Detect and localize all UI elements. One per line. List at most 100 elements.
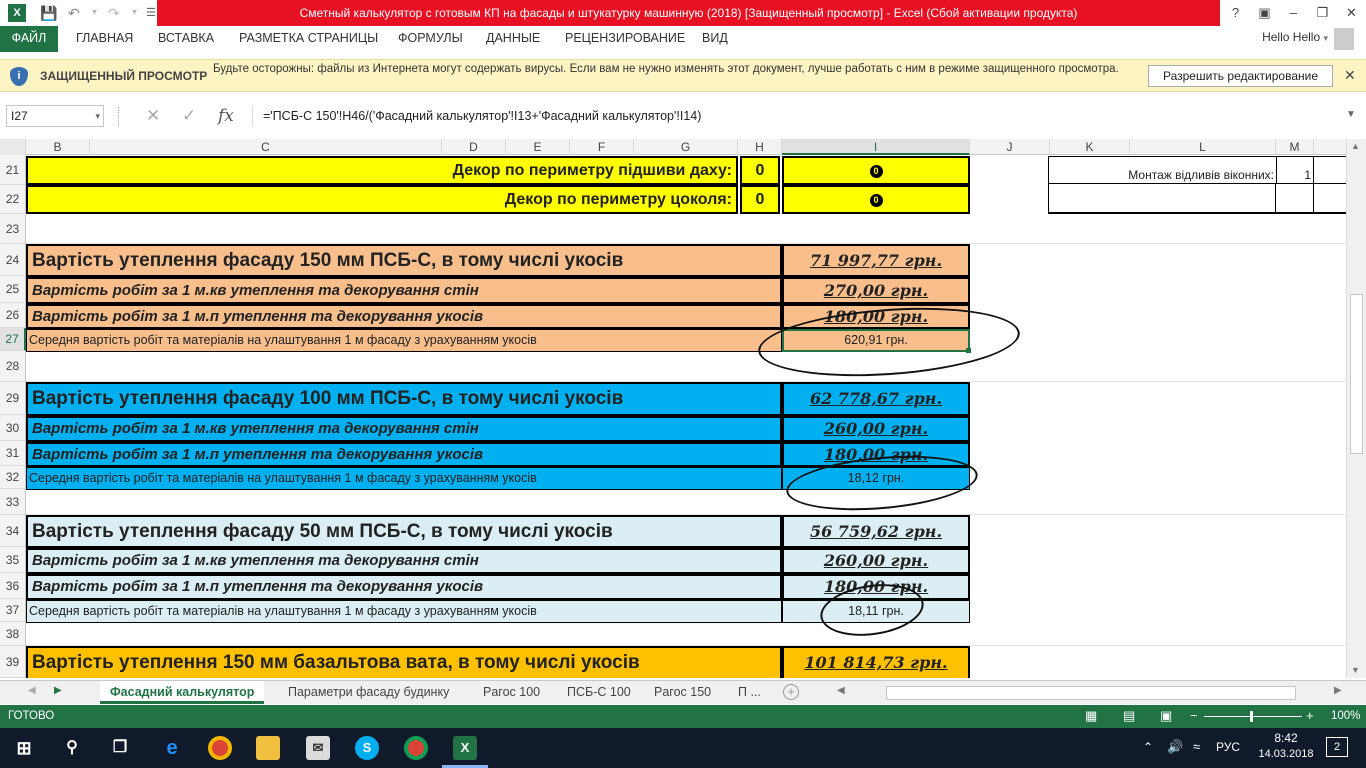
row-header[interactable]: 25 (0, 276, 26, 303)
sheet-tab-facade-params[interactable]: Параметри фасаду будинку (278, 681, 459, 704)
side-box-empty-cell[interactable] (1048, 184, 1276, 214)
page-break-view-icon[interactable]: ▣ (1160, 708, 1172, 724)
row-header[interactable]: 32 (0, 466, 26, 489)
customize-qat-icon[interactable]: ☰ (146, 4, 156, 22)
tab-formulas[interactable]: ФОРМУЛЫ (394, 26, 467, 52)
task-view-icon[interactable]: ❐ (108, 736, 132, 760)
vertical-scrollbar[interactable]: ▲ ▼ (1346, 139, 1366, 678)
zoom-level[interactable]: 100% (1331, 710, 1360, 722)
input-language[interactable]: РУС (1216, 740, 1240, 754)
psb150-total-value[interactable]: 71 997,77 грн. (782, 244, 970, 277)
plinth-decor-qty[interactable]: 0 (740, 185, 780, 214)
basalt150-total-value[interactable]: 101 814,73 грн. (782, 646, 970, 678)
search-icon[interactable]: ⚲ (60, 736, 84, 760)
user-account[interactable]: Hello Hello ▾ (1262, 30, 1328, 44)
redo-dropdown-icon[interactable]: ▾ (132, 4, 137, 22)
tab-home[interactable]: ГЛАВНАЯ (72, 26, 137, 52)
redo-icon[interactable]: ↷ (108, 4, 120, 22)
close-icon[interactable]: ✕ (1344, 67, 1356, 84)
col-header-m[interactable]: M (1276, 139, 1314, 155)
tab-insert[interactable]: ВСТАВКА (154, 26, 218, 52)
col-header-i[interactable]: I (782, 139, 970, 155)
plinth-decor-value[interactable]: 0 (782, 185, 970, 214)
tab-scroll-left-icon[interactable]: ◀ (28, 685, 36, 696)
row-header[interactable]: 21 (0, 156, 26, 185)
worksheet[interactable]: B C D E F G H I J K L M 21 22 23 24 25 2… (0, 139, 1346, 678)
undo-icon[interactable]: ↶ (68, 4, 80, 22)
volume-icon[interactable]: 🔊 (1167, 739, 1183, 755)
psb100-total-value[interactable]: 62 778,67 грн. (782, 382, 970, 416)
cancel-icon[interactable]: ✕ (146, 106, 160, 126)
row-header[interactable]: 35 (0, 547, 26, 573)
sheet-tab-facade-calculator[interactable]: Фасадний калькулятор (100, 681, 265, 704)
ribbon-display-options-icon[interactable]: ▣ (1250, 0, 1279, 26)
tab-file[interactable]: ФАЙЛ (0, 26, 58, 52)
col-header-l[interactable]: L (1130, 139, 1276, 155)
scroll-up-icon[interactable]: ▲ (1351, 141, 1360, 151)
edge-browser-icon[interactable]: e (160, 736, 184, 760)
zoom-slider-thumb[interactable] (1250, 711, 1253, 722)
col-header-g[interactable]: G (634, 139, 738, 155)
network-icon[interactable]: ≈ (1193, 739, 1200, 754)
select-all-corner[interactable] (0, 139, 26, 155)
sheet-tab-more[interactable]: П ... (728, 681, 771, 704)
notifications-icon[interactable]: 2 (1326, 737, 1348, 757)
row-header[interactable]: 34 (0, 515, 26, 547)
help-button[interactable]: ? (1221, 0, 1250, 26)
mail-icon[interactable]: ✉ (306, 736, 330, 760)
side-box-empty-cell[interactable] (1276, 184, 1314, 214)
show-hidden-icons-icon[interactable]: ⌃ (1143, 740, 1153, 754)
chrome-icon[interactable] (404, 736, 428, 760)
roof-decor-qty[interactable]: 0 (740, 156, 780, 185)
avatar[interactable] (1334, 28, 1354, 50)
col-header-h[interactable]: H (738, 139, 782, 155)
row-header[interactable]: 30 (0, 415, 26, 441)
row-header[interactable]: 37 (0, 599, 26, 622)
sheet-tab-ragos-100[interactable]: Pагос 100 (473, 681, 550, 704)
col-header-j[interactable]: J (970, 139, 1050, 155)
add-sheet-icon[interactable]: + (783, 684, 799, 700)
windows-start-icon[interactable]: ⊞ (12, 736, 36, 760)
minimize-button[interactable]: – (1279, 0, 1308, 26)
formula-input[interactable]: ='ПСБ-С 150'!H46/('Фасадний калькулятор'… (252, 105, 1362, 127)
window-sills-value[interactable]: 1 (1276, 156, 1314, 184)
tab-data[interactable]: ДАННЫЕ (482, 26, 544, 52)
zoom-out-icon[interactable]: − (1190, 708, 1198, 723)
page-layout-view-icon[interactable]: ▤ (1123, 708, 1135, 724)
hscroll-right-icon[interactable]: ▶ (1334, 685, 1342, 696)
row-header[interactable]: 29 (0, 382, 26, 415)
row-header[interactable]: 22 (0, 185, 26, 214)
excel-taskbar-icon[interactable]: X (453, 736, 477, 760)
enable-editing-button[interactable]: Разрешить редактирование (1148, 65, 1333, 87)
tab-view[interactable]: ВИД (698, 26, 732, 52)
chrome-icon[interactable] (208, 736, 232, 760)
psb100-wall-rate-value[interactable]: 260,00 грн. (782, 416, 970, 442)
row-header[interactable]: 26 (0, 303, 26, 328)
vertical-scroll-thumb[interactable] (1350, 294, 1363, 454)
hscroll-left-icon[interactable]: ◀ (837, 685, 845, 696)
tab-scroll-right-icon[interactable]: ▶ (54, 685, 62, 696)
tab-review[interactable]: РЕЦЕНЗИРОВАНИЕ (561, 26, 689, 52)
psb50-wall-rate-value[interactable]: 260,00 грн. (782, 548, 970, 574)
clock-time[interactable]: 8:42 (1260, 731, 1312, 745)
name-box[interactable]: I27 ▾ (6, 105, 104, 127)
zoom-slider[interactable] (1204, 716, 1302, 717)
roof-decor-value[interactable]: 0 (782, 156, 970, 185)
psb50-total-value[interactable]: 56 759,62 грн. (782, 515, 970, 548)
tab-page-layout[interactable]: РАЗМЕТКА СТРАНИЦЫ (235, 26, 382, 52)
row-header[interactable]: 27 (0, 328, 26, 351)
close-button[interactable]: ✕ (1337, 0, 1366, 26)
scroll-down-icon[interactable]: ▼ (1351, 665, 1360, 675)
row-header[interactable]: 36 (0, 573, 26, 599)
col-header-e[interactable]: E (506, 139, 570, 155)
normal-view-icon[interactable]: ▦ (1085, 708, 1097, 724)
row-header[interactable]: 33 (0, 489, 26, 515)
row-header[interactable]: 23 (0, 214, 26, 244)
insert-function-icon[interactable]: fx (218, 106, 234, 126)
save-icon[interactable]: 💾 (40, 4, 57, 22)
horizontal-scroll-thumb[interactable] (886, 686, 1296, 700)
col-header-b[interactable]: B (26, 139, 90, 155)
row-header[interactable]: 24 (0, 244, 26, 276)
file-explorer-icon[interactable] (256, 736, 280, 760)
expand-formula-icon[interactable]: ▼ (1346, 109, 1356, 120)
